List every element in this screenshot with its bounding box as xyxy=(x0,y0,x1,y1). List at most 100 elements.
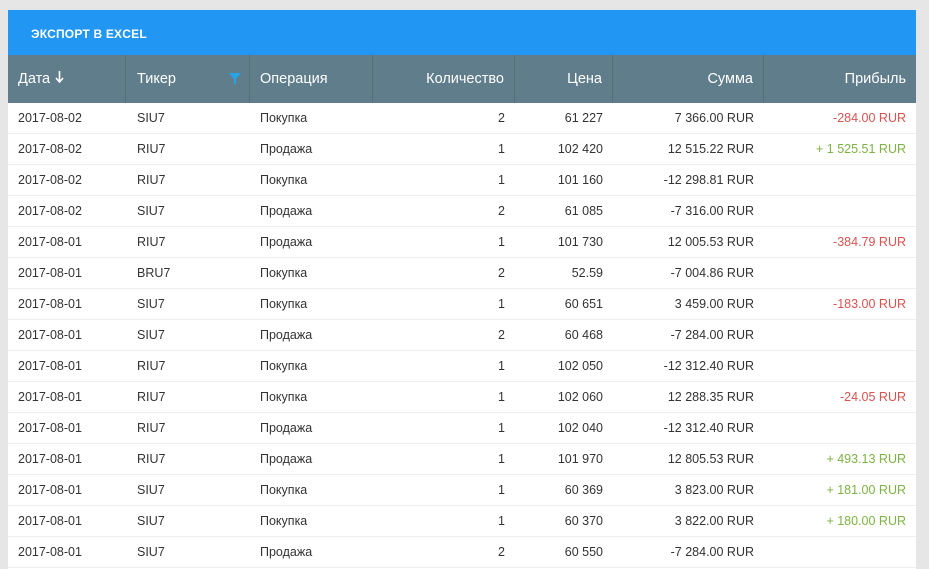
cell-operation: Покупка xyxy=(260,390,308,404)
cell-profit: + 493.13 RUR xyxy=(826,452,906,466)
cell-operation: Продажа xyxy=(260,204,313,218)
cell-profit: + 181.00 RUR xyxy=(826,483,906,497)
cell-operation: Покупка xyxy=(260,111,308,125)
cell-operation: Продажа xyxy=(260,452,313,466)
column-header-quantity-label: Количество xyxy=(426,71,504,87)
table-row[interactable]: 2017-08-01 SIU7 Продажа 2 60 468 -7 284.00 RU… xyxy=(8,320,916,351)
cell-ticker: SIU7 xyxy=(137,545,165,559)
cell-quantity: 1 xyxy=(498,359,505,373)
table-row[interactable]: 2017-08-01 SIU7 Покупка 1 60 369 3 823.00 RUR… xyxy=(8,475,916,506)
cell-quantity: 2 xyxy=(498,328,505,342)
cell-price: 102 040 xyxy=(557,421,603,435)
cell-quantity: 1 xyxy=(498,235,505,249)
table-row[interactable]: 2017-08-02 RIU7 Покупка 1 101 160 -12 298.81 … xyxy=(8,165,916,196)
cell-quantity: 1 xyxy=(498,173,505,187)
table-row[interactable]: 2017-08-01 SIU7 Покупка 1 60 651 3 459.00 RUR… xyxy=(8,289,916,320)
cell-amount: 3 822.00 RUR xyxy=(674,514,754,528)
cell-ticker: RIU7 xyxy=(137,142,166,156)
cell-date: 2017-08-01 xyxy=(18,266,82,280)
cell-ticker: SIU7 xyxy=(137,297,165,311)
cell-amount: 3 459.00 RUR xyxy=(674,297,754,311)
table-row[interactable]: 2017-08-02 SIU7 Продажа 2 61 085 -7 316.00 RU… xyxy=(8,196,916,227)
cell-ticker: RIU7 xyxy=(137,359,166,373)
cell-operation: Покупка xyxy=(260,173,308,187)
cell-price: 61 085 xyxy=(564,204,603,218)
cell-date: 2017-08-01 xyxy=(18,390,82,404)
column-header-ticker-label: Тикер xyxy=(137,71,176,87)
cell-ticker: BRU7 xyxy=(137,266,171,280)
cell-quantity: 1 xyxy=(498,297,505,311)
cell-date: 2017-08-01 xyxy=(18,328,82,342)
cell-price: 102 420 xyxy=(557,142,603,156)
table-row[interactable]: 2017-08-02 RIU7 Продажа 1 102 420 12 515.22 R… xyxy=(8,134,916,165)
cell-price: 52.59 xyxy=(571,266,603,280)
cell-quantity: 1 xyxy=(498,142,505,156)
cell-amount: 7 366.00 RUR xyxy=(674,111,754,125)
cell-price: 60 468 xyxy=(564,328,603,342)
cell-amount: -12 312.40 RUR xyxy=(663,421,754,435)
cell-price: 60 369 xyxy=(564,483,603,497)
toolbar: ЭКСПОРТ В EXCEL xyxy=(8,10,916,55)
cell-amount: -12 298.81 RUR xyxy=(663,173,754,187)
trades-panel: ЭКСПОРТ В EXCEL Дата Тикер Операция Коли… xyxy=(8,10,916,569)
table-row[interactable]: 2017-08-01 RIU7 Продажа 1 101 730 12 005.53 R… xyxy=(8,227,916,258)
cell-quantity: 1 xyxy=(498,452,505,466)
cell-price: 101 730 xyxy=(557,235,603,249)
cell-operation: Покупка xyxy=(260,297,308,311)
cell-quantity: 1 xyxy=(498,483,505,497)
cell-date: 2017-08-02 xyxy=(18,111,82,125)
cell-operation: Покупка xyxy=(260,359,308,373)
cell-ticker: RIU7 xyxy=(137,421,166,435)
cell-ticker: RIU7 xyxy=(137,173,166,187)
cell-amount: -7 284.00 RUR xyxy=(670,545,754,559)
table-header: Дата Тикер Операция Количество Цена Сумм… xyxy=(8,55,916,103)
cell-amount: 12 515.22 RUR xyxy=(667,142,754,156)
cell-date: 2017-08-01 xyxy=(18,421,82,435)
column-header-ticker[interactable]: Тикер xyxy=(126,55,250,103)
cell-operation: Продажа xyxy=(260,142,313,156)
cell-ticker: RIU7 xyxy=(137,452,166,466)
cell-date: 2017-08-02 xyxy=(18,204,82,218)
cell-operation: Продажа xyxy=(260,421,313,435)
column-header-date[interactable]: Дата xyxy=(8,55,126,103)
column-header-quantity[interactable]: Количество xyxy=(373,55,515,103)
table-row[interactable]: 2017-08-01 RIU7 Продажа 1 102 040 -12 312.40 … xyxy=(8,413,916,444)
cell-price: 60 651 xyxy=(564,297,603,311)
filter-icon[interactable] xyxy=(229,73,241,89)
cell-price: 61 227 xyxy=(564,111,603,125)
cell-quantity: 1 xyxy=(498,514,505,528)
cell-amount: -7 316.00 RUR xyxy=(670,204,754,218)
cell-quantity: 1 xyxy=(498,421,505,435)
column-header-profit[interactable]: Прибыль xyxy=(764,55,916,103)
table-row[interactable]: 2017-08-01 RIU7 Покупка 1 102 050 -12 312.40 … xyxy=(8,351,916,382)
cell-ticker: SIU7 xyxy=(137,328,165,342)
cell-operation: Покупка xyxy=(260,266,308,280)
cell-amount: 3 823.00 RUR xyxy=(674,483,754,497)
column-header-amount[interactable]: Сумма xyxy=(613,55,764,103)
table-row[interactable]: 2017-08-01 SIU7 Покупка 1 60 370 3 822.00 RUR… xyxy=(8,506,916,537)
table-row[interactable]: 2017-08-01 BRU7 Покупка 2 52.59 -7 004.86 RUR xyxy=(8,258,916,289)
cell-amount: -7 284.00 RUR xyxy=(670,328,754,342)
table-body: 2017-08-02 SIU7 Покупка 2 61 227 7 366.00 RUR… xyxy=(8,103,916,568)
cell-price: 102 050 xyxy=(557,359,603,373)
cell-date: 2017-08-01 xyxy=(18,483,82,497)
column-header-operation[interactable]: Операция xyxy=(250,55,373,103)
column-header-amount-label: Сумма xyxy=(707,71,753,87)
cell-operation: Покупка xyxy=(260,483,308,497)
table-row[interactable]: 2017-08-01 RIU7 Продажа 1 101 970 12 805.53 R… xyxy=(8,444,916,475)
cell-ticker: SIU7 xyxy=(137,111,165,125)
cell-ticker: SIU7 xyxy=(137,204,165,218)
export-excel-button[interactable]: ЭКСПОРТ В EXCEL xyxy=(8,25,147,41)
cell-price: 102 060 xyxy=(557,390,603,404)
cell-amount: -12 312.40 RUR xyxy=(663,359,754,373)
cell-date: 2017-08-02 xyxy=(18,173,82,187)
column-header-price-label: Цена xyxy=(567,71,602,87)
cell-profit: + 1 525.51 RUR xyxy=(816,142,906,156)
column-header-price[interactable]: Цена xyxy=(515,55,613,103)
table-row[interactable]: 2017-08-02 SIU7 Покупка 2 61 227 7 366.00 RUR… xyxy=(8,103,916,134)
table-row[interactable]: 2017-08-01 RIU7 Покупка 1 102 060 12 288.35 R… xyxy=(8,382,916,413)
cell-date: 2017-08-01 xyxy=(18,514,82,528)
table-row[interactable]: 2017-08-01 SIU7 Продажа 2 60 550 -7 284.00 RU… xyxy=(8,537,916,568)
cell-ticker: SIU7 xyxy=(137,483,165,497)
arrow-down-icon[interactable] xyxy=(55,71,64,87)
